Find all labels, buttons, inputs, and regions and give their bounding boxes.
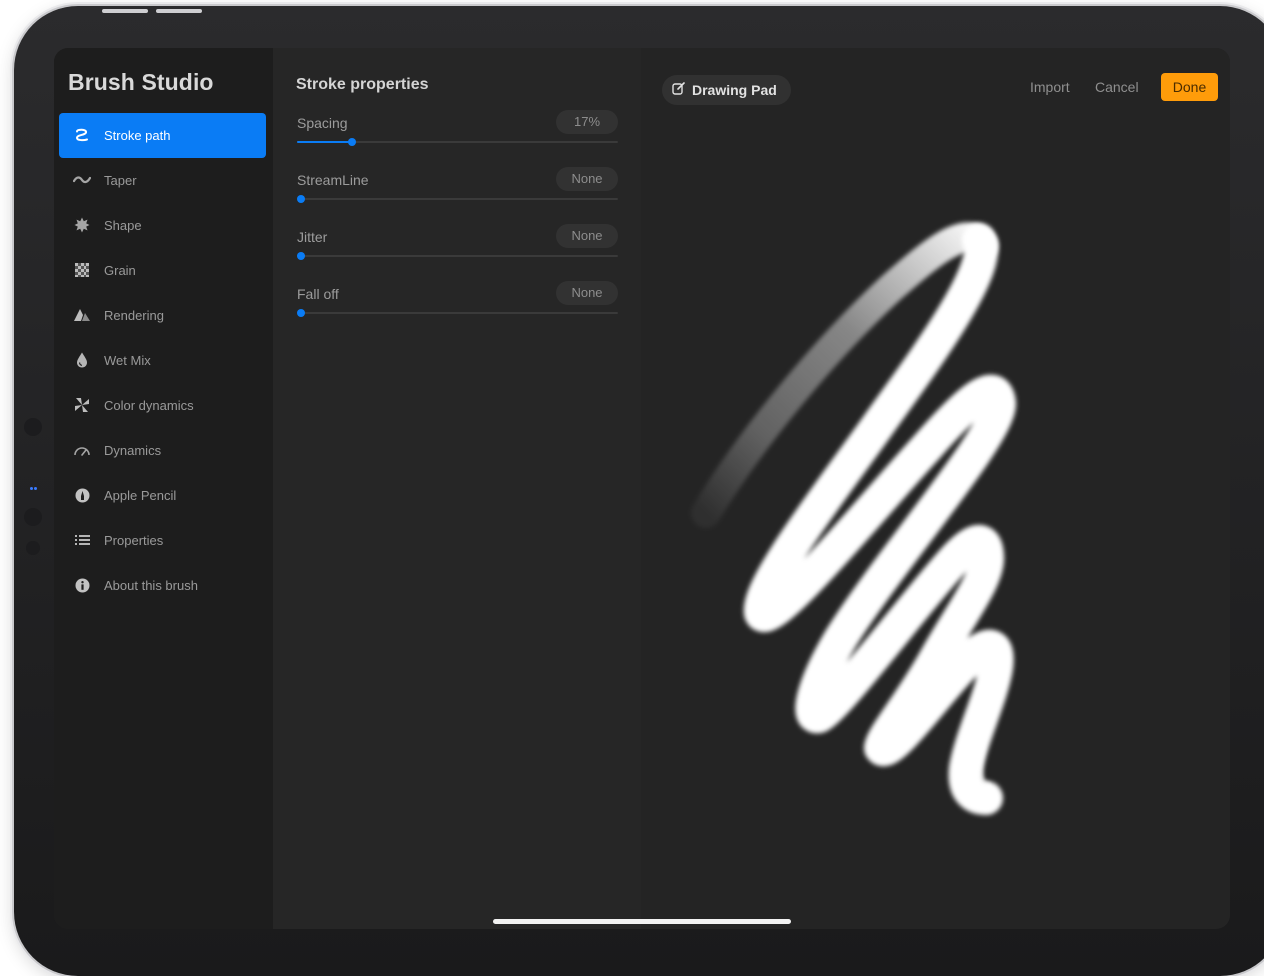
streamline-slider[interactable]: StreamLine None bbox=[297, 167, 618, 207]
info-icon bbox=[73, 576, 91, 594]
slider-knob[interactable] bbox=[297, 195, 305, 203]
slider-knob[interactable] bbox=[297, 252, 305, 260]
sidebar-item-shape[interactable]: Shape bbox=[59, 203, 266, 248]
sidebar-item-grain[interactable]: Grain bbox=[59, 248, 266, 293]
stroke-properties-panel: Stroke properties Spacing 17% StreamLine… bbox=[273, 48, 641, 929]
slider-fill bbox=[297, 141, 352, 143]
sidebar-item-label: Rendering bbox=[104, 308, 164, 323]
camera-lens bbox=[24, 418, 42, 436]
sidebar-item-color-dynamics[interactable]: Color dynamics bbox=[59, 383, 266, 428]
shape-icon bbox=[73, 216, 91, 234]
sidebar-nav: Stroke path Taper Shape Grain Rendering … bbox=[59, 113, 266, 608]
slider-label: Jitter bbox=[297, 229, 328, 245]
sidebar-item-label: About this brush bbox=[104, 578, 198, 593]
sidebar-item-label: Color dynamics bbox=[104, 398, 194, 413]
slider-knob[interactable] bbox=[347, 138, 356, 146]
brush-stroke-preview bbox=[691, 222, 1016, 815]
fall-off-slider[interactable]: Fall off None bbox=[297, 281, 618, 321]
sidebar-item-label: Shape bbox=[104, 218, 142, 233]
camera-sensor bbox=[26, 541, 40, 555]
import-button[interactable]: Import bbox=[1030, 79, 1070, 95]
drawing-pad-canvas[interactable]: Drawing Pad Import Cancel Done bbox=[641, 48, 1230, 929]
sidebar-item-rendering[interactable]: Rendering bbox=[59, 293, 266, 338]
sidebar-item-label: Properties bbox=[104, 533, 164, 548]
jitter-slider[interactable]: Jitter None bbox=[297, 224, 618, 264]
volume-button bbox=[102, 9, 148, 13]
screen: Brush Studio Stroke path Taper Shape Gra… bbox=[54, 48, 1230, 929]
slider-value-badge[interactable]: None bbox=[556, 281, 618, 305]
sidebar-item-dynamics[interactable]: Dynamics bbox=[59, 428, 266, 473]
slider-knob[interactable] bbox=[297, 309, 305, 317]
slider-track[interactable] bbox=[297, 198, 618, 200]
drawing-pad-button[interactable]: Drawing Pad bbox=[662, 75, 791, 105]
sidebar-item-label: Apple Pencil bbox=[104, 488, 177, 503]
sidebar-item-about[interactable]: About this brush bbox=[59, 563, 266, 608]
home-indicator[interactable] bbox=[493, 919, 791, 924]
slider-label: StreamLine bbox=[297, 172, 369, 188]
rendering-icon bbox=[73, 306, 91, 324]
color-dynamics-icon bbox=[73, 396, 91, 414]
sidebar-item-taper[interactable]: Taper bbox=[59, 158, 266, 203]
properties-icon bbox=[73, 531, 91, 549]
slider-label: Spacing bbox=[297, 115, 348, 131]
sidebar-item-label: Taper bbox=[104, 173, 137, 188]
dynamics-icon bbox=[73, 441, 91, 459]
spacing-slider[interactable]: Spacing 17% bbox=[297, 110, 618, 150]
camera-indicator bbox=[30, 487, 33, 490]
slider-value-badge[interactable]: None bbox=[556, 224, 618, 248]
sidebar-item-wet-mix[interactable]: Wet Mix bbox=[59, 338, 266, 383]
drawing-pad-label: Drawing Pad bbox=[692, 82, 777, 98]
sidebar-item-label: Wet Mix bbox=[104, 353, 151, 368]
cancel-button[interactable]: Cancel bbox=[1095, 79, 1139, 95]
sidebar: Brush Studio Stroke path Taper Shape Gra… bbox=[54, 48, 273, 929]
camera-indicator bbox=[34, 487, 37, 490]
taper-icon bbox=[73, 171, 91, 189]
panel-title: Stroke properties bbox=[296, 76, 429, 93]
slider-value-badge[interactable]: 17% bbox=[556, 110, 618, 134]
sidebar-item-label: Grain bbox=[104, 263, 136, 278]
camera-lens bbox=[24, 508, 42, 526]
apple-pencil-icon bbox=[73, 486, 91, 504]
slider-label: Fall off bbox=[297, 286, 339, 302]
stroke-path-icon bbox=[73, 126, 91, 144]
edit-icon bbox=[672, 82, 685, 98]
wet-mix-icon bbox=[73, 351, 91, 369]
slider-track[interactable] bbox=[297, 255, 618, 257]
sidebar-item-label: Dynamics bbox=[104, 443, 162, 458]
sidebar-item-apple-pencil[interactable]: Apple Pencil bbox=[59, 473, 266, 518]
app-title: Brush Studio bbox=[68, 69, 214, 95]
sidebar-item-label: Stroke path bbox=[104, 128, 171, 143]
slider-track[interactable] bbox=[297, 312, 618, 314]
slider-value-badge[interactable]: None bbox=[556, 167, 618, 191]
sidebar-item-properties[interactable]: Properties bbox=[59, 518, 266, 563]
grain-icon bbox=[73, 261, 91, 279]
volume-button bbox=[156, 9, 202, 13]
done-button[interactable]: Done bbox=[1161, 73, 1218, 101]
sidebar-item-stroke-path[interactable]: Stroke path bbox=[59, 113, 266, 158]
